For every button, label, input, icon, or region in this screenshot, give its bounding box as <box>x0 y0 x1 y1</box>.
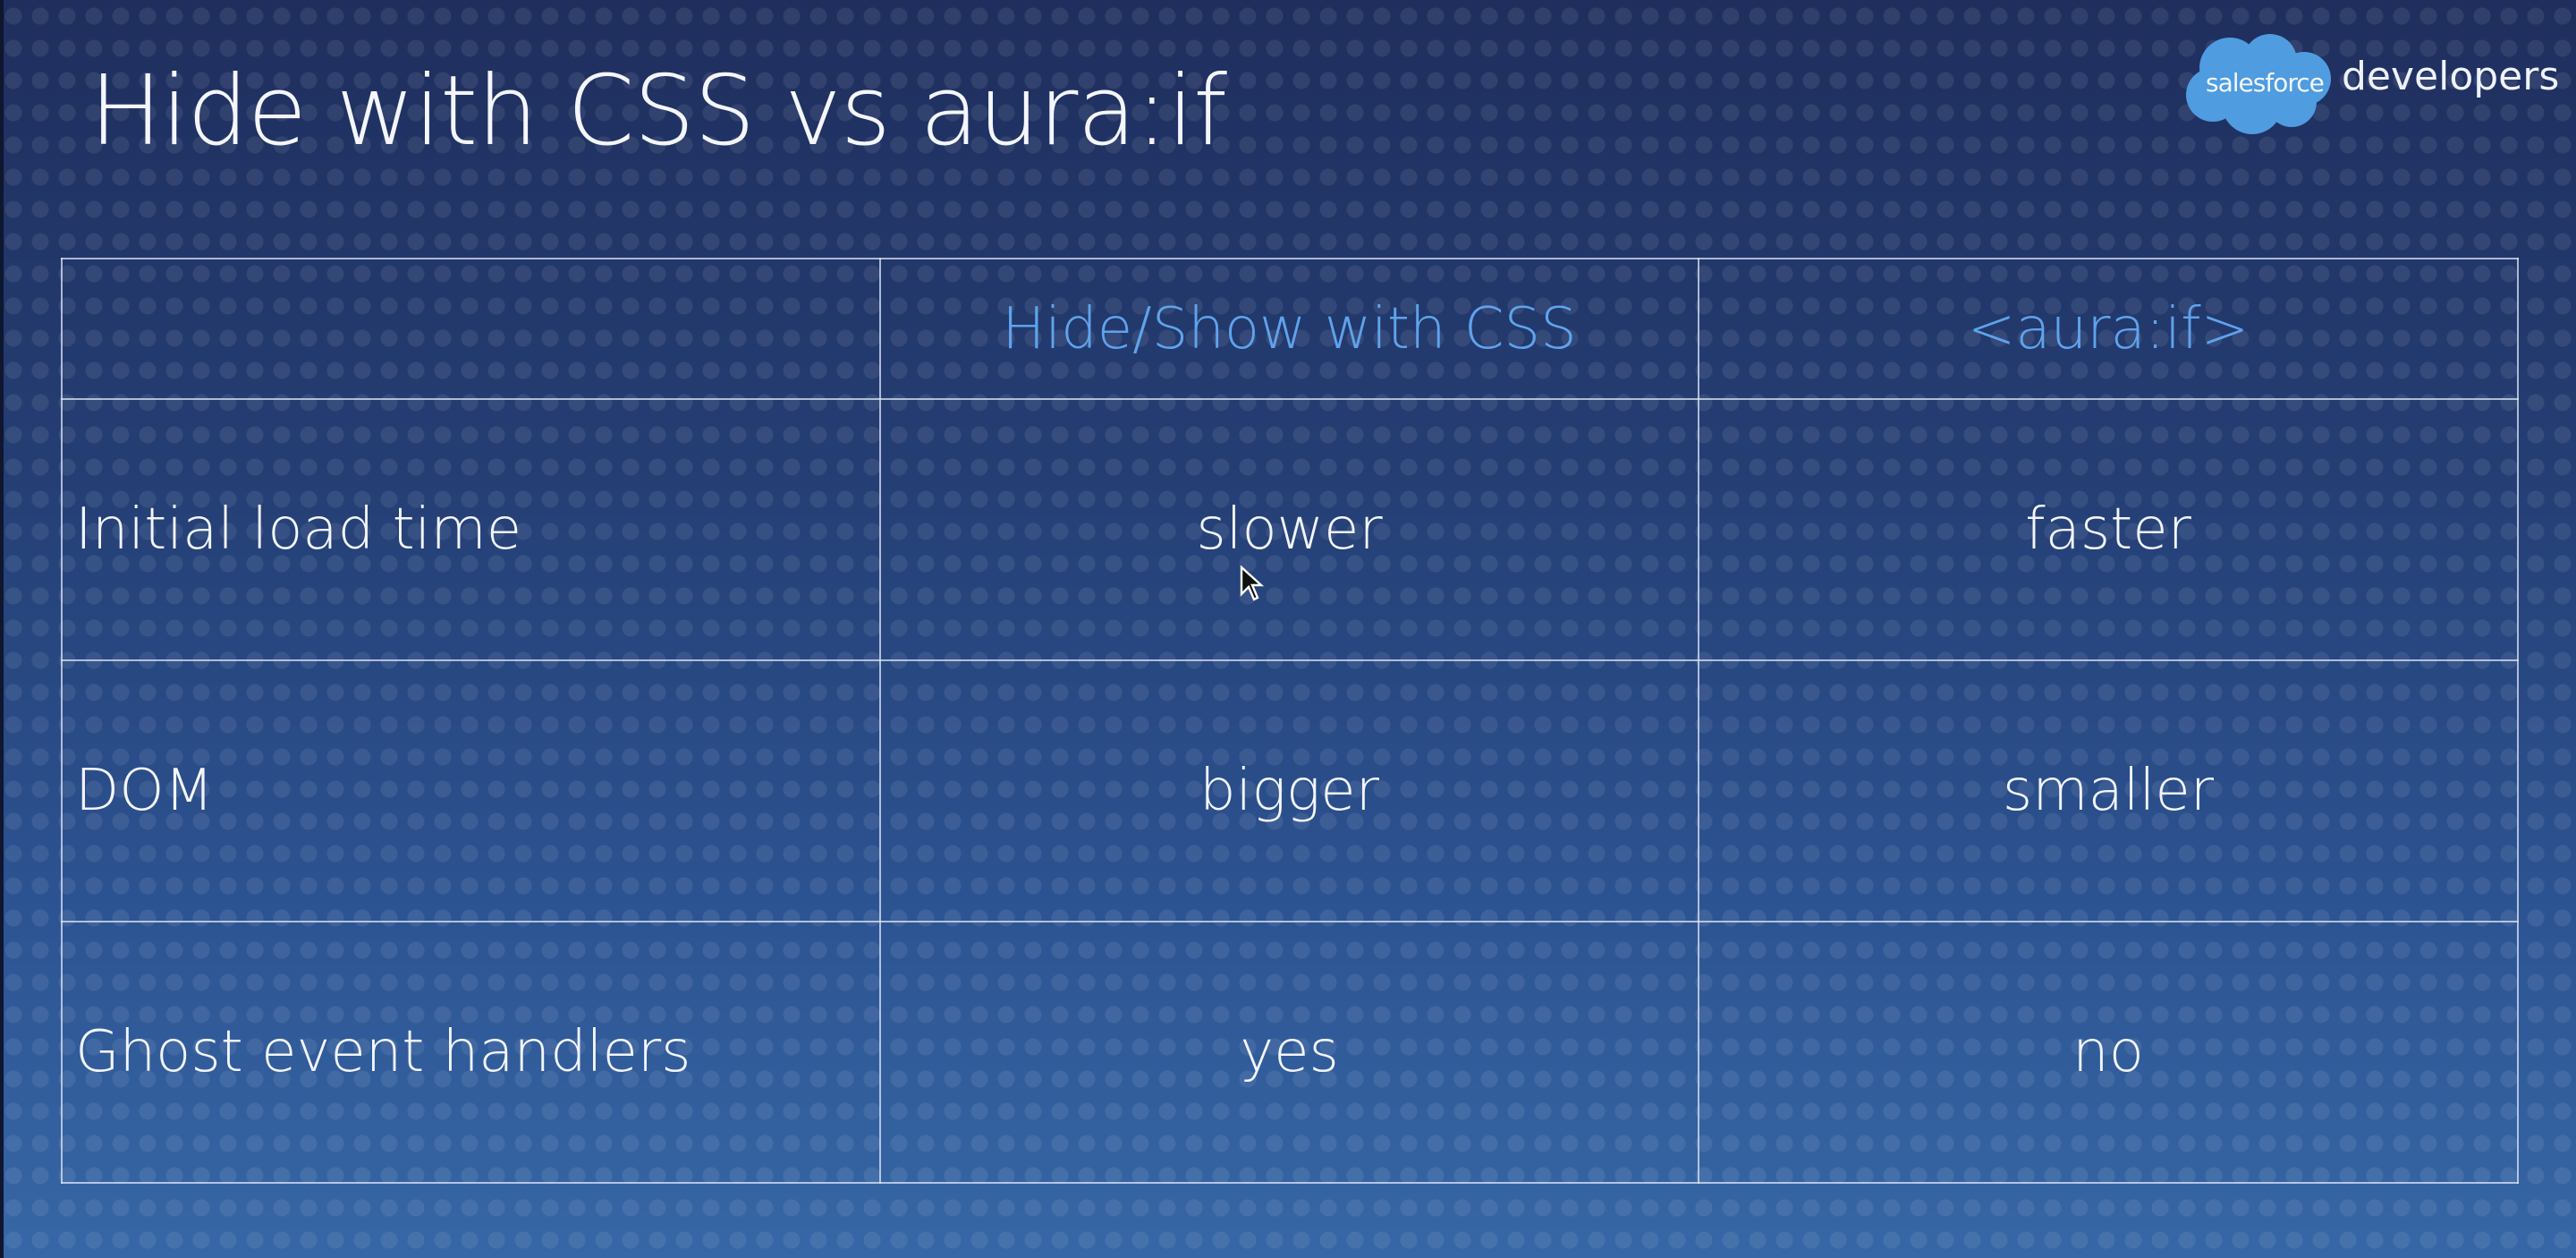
table-header-row: Hide/Show with CSS <aura:if> <box>61 258 2519 400</box>
header-css: Hide/Show with CSS <box>879 258 1699 400</box>
row-label: DOM <box>61 659 881 922</box>
comparison-table: Hide/Show with CSS <aura:if> Initial loa… <box>61 258 2519 1184</box>
slide-title: Hide with CSS vs aura:if <box>89 55 1227 167</box>
css-value: yes <box>879 921 1699 1184</box>
row-label: Ghost event handlers <box>61 921 881 1184</box>
salesforce-wordmark: salesforce <box>2206 68 2325 98</box>
aura-if-value: smaller <box>1698 659 2519 922</box>
developers-wordmark: developers <box>2342 54 2560 99</box>
header-aura-if: <aura:if> <box>1698 258 2519 400</box>
table-row: Initial load time slower faster <box>61 398 2519 661</box>
row-label: Initial load time <box>61 398 881 661</box>
salesforce-developers-logo: salesforce developers <box>2181 32 2559 136</box>
mouse-cursor-icon <box>1240 565 1265 601</box>
aura-if-value: faster <box>1698 398 2519 661</box>
table-row: DOM bigger smaller <box>61 659 2519 922</box>
header-empty <box>61 258 881 400</box>
table-row: Ghost event handlers yes no <box>61 921 2519 1184</box>
css-value: bigger <box>879 659 1699 922</box>
aura-if-value: no <box>1698 921 2519 1184</box>
css-value: slower <box>879 398 1699 661</box>
